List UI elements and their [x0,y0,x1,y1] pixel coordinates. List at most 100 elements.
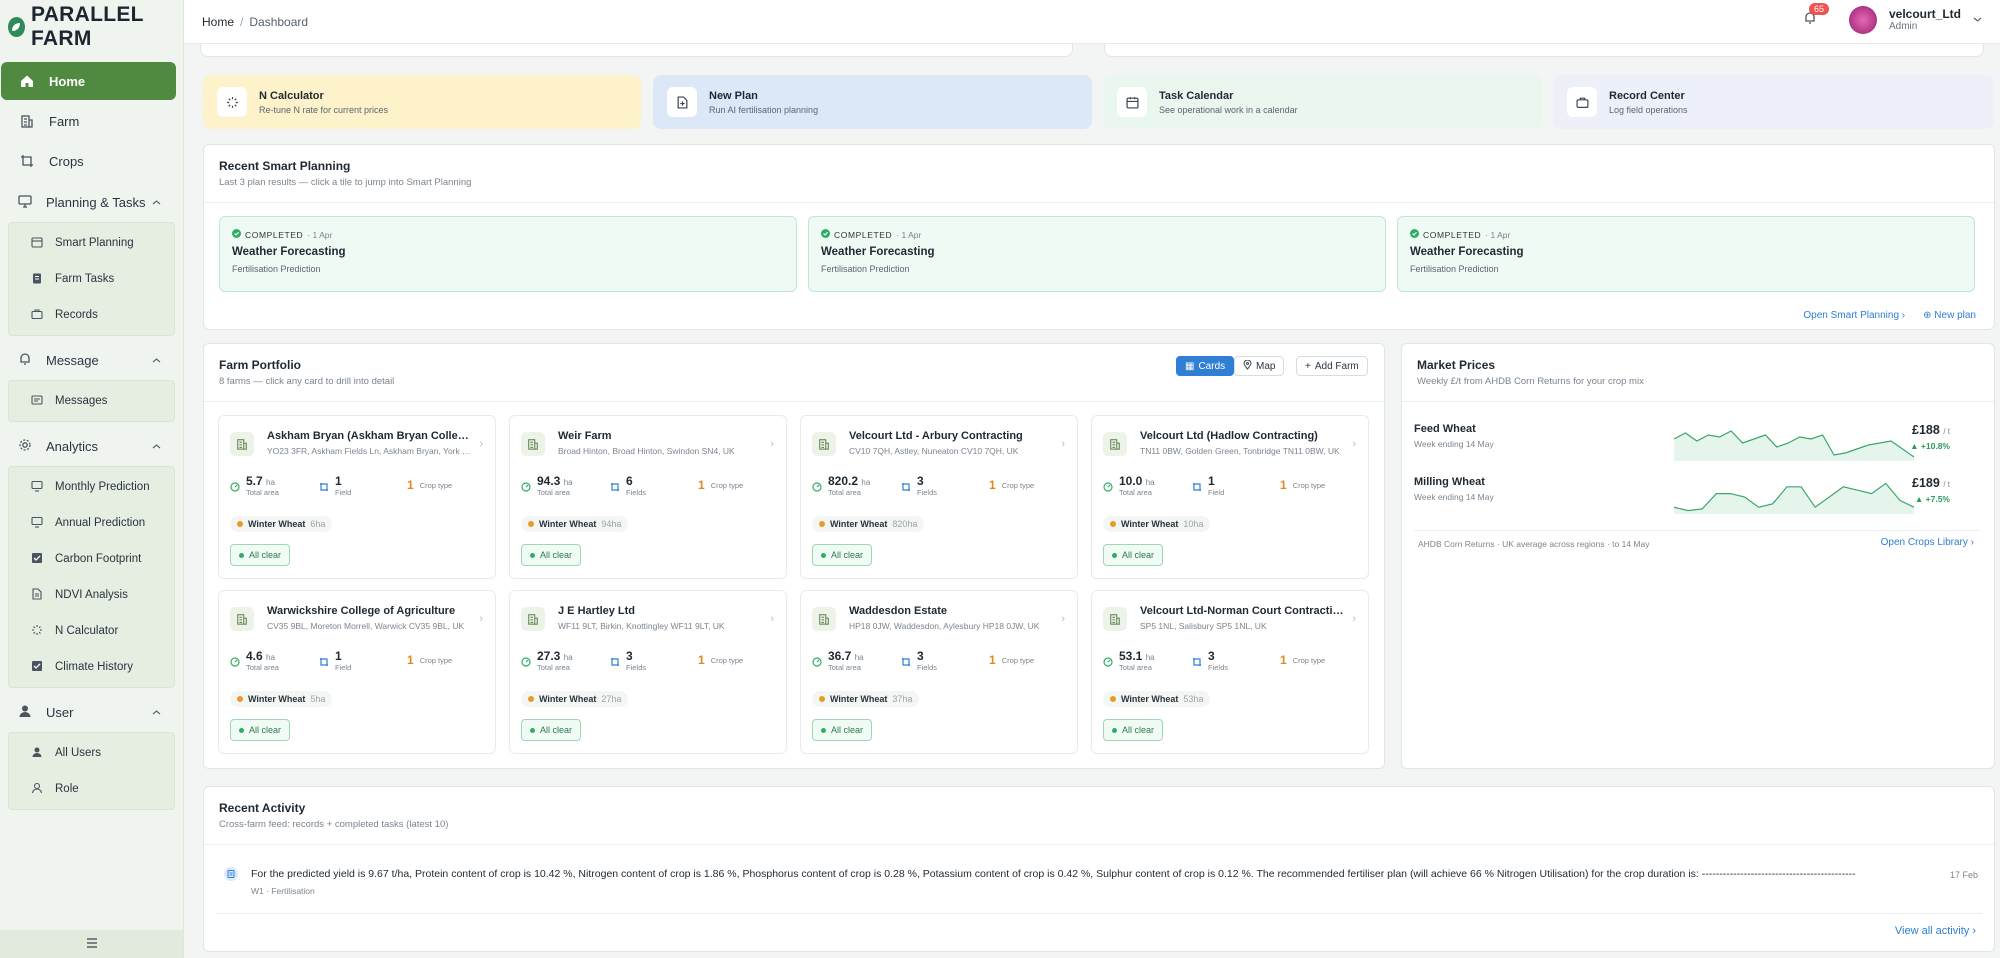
farm-card[interactable]: Warwickshire College of Agriculture CV35 … [218,590,496,754]
area-label: Total area [246,488,279,497]
open-smart-planning-link[interactable]: Open Smart Planning › [1803,310,1905,321]
sidebar-item-farm[interactable]: Farm [1,102,176,140]
farm-card[interactable]: Velcourt Ltd - Arbury Contracting CV10 7Q… [800,415,1078,579]
plan-subtitle: Fertilisation Prediction [1410,264,1499,274]
open-crops-library-link[interactable]: Open Crops Library › [1881,537,1974,548]
chevron-up-icon [152,353,161,368]
activity-date: 17 Feb [1949,870,1978,880]
breadcrumb-home[interactable]: Home [202,15,234,29]
crop-type-label: Crop type [419,656,453,665]
check-circle-icon [821,229,830,240]
chevron-right-icon: › [1061,613,1065,625]
farm-crop-count: 1 [989,478,996,492]
farm-card[interactable]: Velcourt Ltd (Hadlow Contracting) TN11 0B… [1091,415,1369,579]
sidebar-item-crops[interactable]: Crops [1,142,176,180]
user-role: Admin [1888,21,1918,32]
sidebar-item-label: Climate History [55,661,133,673]
planning-submenu: Smart Planning Farm Tasks Records [8,222,175,336]
farm-card[interactable]: Waddesdon Estate HP18 0JW, Waddesdon, Ayl… [800,590,1078,754]
price-change-value: +7.5% [1925,494,1950,504]
quick-tile-record-center[interactable]: Record Center Log field operations [1553,75,1994,129]
sidebar-item-label: Messages [55,395,108,407]
chevron-down-icon[interactable] [1973,11,1982,29]
crop-type-label: Crop type [419,481,453,490]
link-label: Open Crops Library [1880,537,1968,548]
farm-fields: 3 [1208,649,1215,663]
building-icon [521,607,545,631]
sidebar-item-farm-tasks[interactable]: Farm Tasks [9,261,174,297]
link-label: View all activity [1894,925,1970,937]
crop-area: 10ha [1183,519,1204,529]
farm-fields: 6 [626,474,633,488]
sidebar-group-message[interactable]: Message [0,340,183,380]
crop-tag: Winter Wheat 820ha [812,516,925,532]
building-icon [521,432,545,456]
farm-area: 4.6 [246,649,263,663]
sidebar-item-all-users[interactable]: All Users [9,735,174,771]
farm-card[interactable]: Weir Farm Broad Hinton, Broad Hinton, Swi… [509,415,787,579]
plan-tile[interactable]: COMPLETED · 1 Apr Weather Forecasting Fer… [1397,216,1975,292]
sidebar: PARALLEL FARM Home Farm Crops Planning &… [0,0,184,958]
market-row[interactable]: Milling Wheat Week ending 14 May £189 / t ▲… [1414,476,1960,524]
view-map-button[interactable]: Map [1234,356,1285,376]
area-icon [230,654,240,667]
card-title: Farm Portfolio [219,358,302,372]
fields-icon [319,479,329,491]
area-unit: ha [563,653,573,662]
quick-tile-task-calendar[interactable]: Task Calendar See operational work in a c… [1103,75,1542,129]
sidebar-item-n-calculator[interactable]: N Calculator [9,613,174,649]
sidebar-item-monthly-prediction[interactable]: Monthly Prediction [9,469,174,505]
sidebar-item-carbon-footprint[interactable]: Carbon Footprint [9,541,174,577]
activity-text: For the predicted yield is 9.67 t/ha, Pr… [251,868,1856,880]
add-farm-button[interactable]: + Add Farm [1296,356,1368,376]
quick-tile-new-plan[interactable]: New Plan Run AI fertilisation planning [653,75,1092,129]
leaf-icon [8,17,25,37]
sidebar-item-messages[interactable]: Messages [9,383,174,419]
market-row[interactable]: Feed Wheat Week ending 14 May £188 / t ▲ +1… [1414,423,1960,471]
sidebar-item-ndvi-analysis[interactable]: NDVI Analysis [9,577,174,613]
new-plan-link[interactable]: ⊕ New plan [1923,310,1976,321]
sidebar-group-planning[interactable]: Planning & Tasks [0,182,183,222]
card-title: Market Prices [1417,358,1496,372]
tile-subtitle: Re-tune N rate for current prices [259,104,389,115]
area-label: Total area [828,663,861,672]
avatar[interactable] [1848,6,1877,34]
farm-name: Weir Farm [558,430,612,442]
area-icon [521,479,531,492]
farm-area: 5.7 [246,474,263,488]
farm-card[interactable]: J E Hartley Ltd WF11 9LT, Birkin, Knottin… [509,590,787,754]
sidebar-item-smart-planning[interactable]: Smart Planning [9,225,174,261]
tile-subtitle: See operational work in a calendar [1159,104,1298,115]
sidebar-item-label: Carbon Footprint [55,553,142,565]
plan-title: Weather Forecasting [821,246,935,258]
plan-tile[interactable]: COMPLETED · 1 Apr Weather Forecasting Fer… [808,216,1386,292]
plan-subtitle: Fertilisation Prediction [232,264,321,274]
farm-card[interactable]: Askham Bryan (Askham Bryan College) YO23 … [218,415,496,579]
status-badge: All clear [1103,719,1164,741]
sidebar-group-analytics[interactable]: Analytics [0,426,183,466]
sidebar-item-records[interactable]: Records [9,297,174,333]
fields-label: Fields [626,488,647,497]
sidebar-item-label: Farm [49,113,80,129]
area-unit: ha [563,478,573,487]
status-label: All clear [249,725,282,735]
sidebar-collapse-button[interactable] [0,930,183,958]
sidebar-item-annual-prediction[interactable]: Annual Prediction [9,505,174,541]
user-menu[interactable]: velcourt_Ltd Admin [1888,8,1961,33]
sidebar-item-label: Monthly Prediction [55,481,150,493]
crop-type-label: Crop type [1001,656,1035,665]
sidebar-item-climate-history[interactable]: Climate History [9,649,174,685]
view-cards-button[interactable]: ▦ Cards [1176,356,1235,376]
message-submenu: Messages [8,380,175,422]
sidebar-group-user[interactable]: User [0,692,183,732]
sidebar-item-role[interactable]: Role [9,771,174,807]
grid-icon: ▦ [1185,360,1195,372]
sidebar-item-home[interactable]: Home [1,62,176,100]
fields-label: Field [335,488,352,497]
view-all-activity-link[interactable]: View all activity › [1895,925,1976,937]
farm-card[interactable]: Velcourt Ltd-Norman Court Contracting SP5… [1091,590,1369,754]
notifications-button[interactable]: 65 [1799,3,1829,31]
quick-tile-n-calculator[interactable]: N Calculator Re-tune N rate for current p… [203,75,641,129]
brand-logo[interactable]: PARALLEL FARM [0,0,183,54]
plan-tile[interactable]: COMPLETED · 1 Apr Weather Forecasting Fer… [219,216,797,292]
